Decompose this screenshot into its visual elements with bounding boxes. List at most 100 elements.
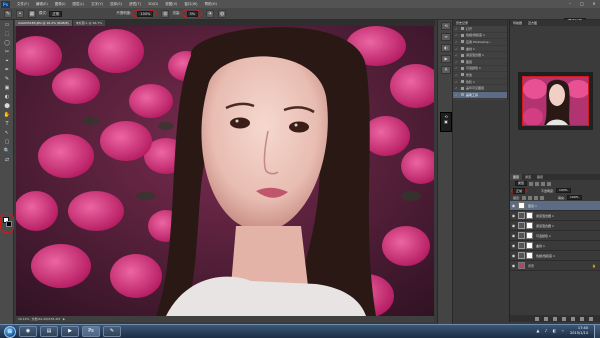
eraser-tool-icon[interactable]: ⬤ — [1, 102, 13, 110]
history-item[interactable]: ✓ 应用 Photoshop... — [453, 39, 507, 46]
fill-field[interactable]: 100% — [567, 195, 582, 200]
system-clock[interactable]: 17:40 2015/1/14 — [570, 326, 588, 336]
layer-mask-thumbnail[interactable] — [526, 232, 533, 239]
filter-pixel-icon[interactable] — [529, 181, 534, 186]
menu-type[interactable]: 文字(Y) — [91, 2, 103, 7]
menu-edit[interactable]: 编辑(E) — [36, 2, 48, 7]
layer-mask-thumbnail[interactable] — [526, 242, 533, 249]
history-item[interactable]: ✓ 通道混合器 1 — [453, 52, 507, 59]
taskbar-app-explorer[interactable]: ▤ — [40, 326, 58, 337]
zoom-tool-icon[interactable]: ⇄ — [1, 156, 13, 164]
actions-panel-icon[interactable]: ▶ — [441, 55, 451, 63]
flow-field[interactable]: 5% — [186, 11, 199, 17]
layer-kind-filter[interactable]: 类型 — [515, 181, 528, 186]
document-canvas[interactable] — [16, 26, 434, 316]
visibility-eye-icon[interactable]: ◉ — [510, 253, 517, 258]
layer-row[interactable]: ◉ 通道混合器 1 — [510, 211, 600, 221]
delete-layer-icon[interactable] — [589, 316, 593, 321]
background-color-swatch[interactable] — [6, 221, 12, 227]
menu-help[interactable]: 帮助(H) — [205, 2, 217, 7]
layer-row-background[interactable]: ◉ 背景 🔒 — [510, 261, 600, 271]
add-mask-icon[interactable] — [553, 316, 557, 321]
layer-row[interactable]: ◉ 可选颜色 1 — [510, 231, 600, 241]
history-item[interactable]: ✓ 图层 — [453, 59, 507, 66]
menu-3d[interactable]: 3D(D) — [148, 2, 158, 6]
lock-transparent-icon[interactable] — [522, 195, 527, 200]
blend-mode-select[interactable]: 正常 — [513, 187, 526, 194]
character-panel-icon[interactable]: A — [441, 66, 451, 74]
menu-image[interactable]: 图像(I) — [55, 2, 66, 7]
history-item[interactable]: ✓ 盖印可见图层 — [453, 85, 507, 92]
menu-select[interactable]: 选择(S) — [110, 2, 122, 7]
history-item[interactable]: ✓ 修改 — [453, 72, 507, 79]
opacity-field[interactable]: 100% — [137, 11, 154, 17]
start-button[interactable]: ⊞ — [4, 325, 16, 338]
properties-panel-icon[interactable]: ≡ — [441, 33, 451, 41]
history-brush-popup[interactable]: ⟲ ▣ — [440, 112, 452, 132]
layer-row[interactable]: ◉ 通道混合器 1 — [510, 221, 600, 231]
tab-paths[interactable]: 路径 — [534, 174, 546, 180]
layer-mask-thumbnail[interactable] — [526, 252, 533, 259]
tab-layers[interactable]: 图层 — [510, 174, 523, 180]
system-tray-icons[interactable]: ▲ ♪ ◧ ⌁ — [536, 328, 566, 333]
lasso-tool-icon[interactable]: ◯ — [1, 39, 13, 47]
brush-panel-toggle-icon[interactable]: ▦ — [28, 9, 36, 18]
marquee-tool-icon[interactable]: ⬚ — [1, 30, 13, 38]
taskbar-app-editor[interactable]: ✎ — [103, 326, 121, 337]
tab-channels[interactable]: 通道 — [522, 174, 534, 180]
brush-tool-preset-icon[interactable]: ✎ — [4, 9, 12, 18]
taskbar-app-photoshop[interactable]: Ps — [82, 326, 100, 337]
taskbar-app-media[interactable]: ▶ — [61, 326, 79, 337]
path-selection-tool-icon[interactable]: ↖ — [1, 129, 13, 137]
crop-tool-icon[interactable]: ✂ — [1, 48, 13, 56]
history-item[interactable]: ✓ 曲线 1 — [453, 46, 507, 53]
visibility-eye-icon[interactable]: ◉ — [510, 223, 517, 228]
history-panel-icon[interactable]: ⟲ — [441, 22, 451, 30]
menu-view[interactable]: 视图(V) — [165, 2, 177, 7]
history-brush-tool-icon[interactable]: ◐ — [1, 93, 13, 101]
maximize-button[interactable]: □ — [578, 1, 586, 7]
tab-navigator[interactable]: 导航器 — [513, 20, 522, 26]
layer-mask-thumbnail[interactable] — [526, 212, 533, 219]
visibility-eye-icon[interactable]: ◉ — [510, 203, 517, 208]
history-item[interactable]: ✓ 打开 — [453, 26, 507, 33]
tab-histogram[interactable]: 直方图 — [528, 20, 537, 26]
hand-tool-icon[interactable]: 🔍 — [1, 147, 13, 155]
status-menu-arrow-icon[interactable]: ▶ — [63, 317, 65, 321]
new-layer-icon[interactable] — [580, 316, 584, 321]
layer-row[interactable]: ◉ 色相/饱和度 1 — [510, 251, 600, 261]
menu-file[interactable]: 文件(F) — [17, 2, 29, 7]
close-button[interactable]: ✕ — [590, 1, 598, 7]
show-desktop-button[interactable] — [594, 325, 600, 338]
type-tool-icon[interactable]: T — [1, 120, 13, 128]
layer-opacity-field[interactable]: 100% — [556, 188, 571, 193]
history-item[interactable]: ✓ 色阶 1 — [453, 79, 507, 86]
filter-type-icon[interactable] — [541, 181, 546, 186]
lock-pixels-icon[interactable] — [528, 195, 533, 200]
visibility-eye-icon[interactable]: ◉ — [510, 243, 517, 248]
link-layers-icon[interactable] — [535, 316, 539, 321]
mode-select[interactable]: 正常 — [49, 10, 63, 17]
healing-brush-tool-icon[interactable]: ✒ — [1, 66, 13, 74]
layer-style-icon[interactable] — [544, 316, 548, 321]
menu-filter[interactable]: 滤镜(T) — [129, 2, 141, 7]
layer-row[interactable]: ◉ 曲线 1 — [510, 241, 600, 251]
layer-mask-thumbnail[interactable] — [526, 222, 533, 229]
history-item[interactable]: ✓ 色相/饱和度 1 — [453, 33, 507, 40]
minimize-button[interactable]: – — [566, 1, 574, 7]
taskbar-app-browser[interactable]: ◉ — [19, 326, 37, 337]
eyedropper-tool-icon[interactable]: ⌖ — [1, 57, 13, 65]
clone-stamp-tool-icon[interactable]: ▣ — [1, 84, 13, 92]
brush-tool-icon[interactable]: ✎ — [1, 75, 13, 83]
visibility-eye-icon[interactable]: ◉ — [510, 213, 517, 218]
lock-all-icon[interactable] — [540, 195, 545, 200]
layer-row-selected[interactable]: ◉ 图层 1 — [510, 201, 600, 211]
menu-layer[interactable]: 图层(L) — [72, 2, 84, 7]
airbrush-icon[interactable]: ✈ — [206, 9, 215, 18]
new-adjustment-icon[interactable] — [562, 316, 566, 321]
history-item[interactable]: ✓ 可选颜色 1 — [453, 66, 507, 73]
menu-window[interactable]: 窗口(W) — [184, 2, 197, 7]
pressure-size-icon[interactable]: ◍ — [218, 9, 227, 18]
brush-size-picker[interactable]: • — [16, 9, 24, 18]
zoom-level[interactable]: 16.19% — [18, 317, 29, 321]
